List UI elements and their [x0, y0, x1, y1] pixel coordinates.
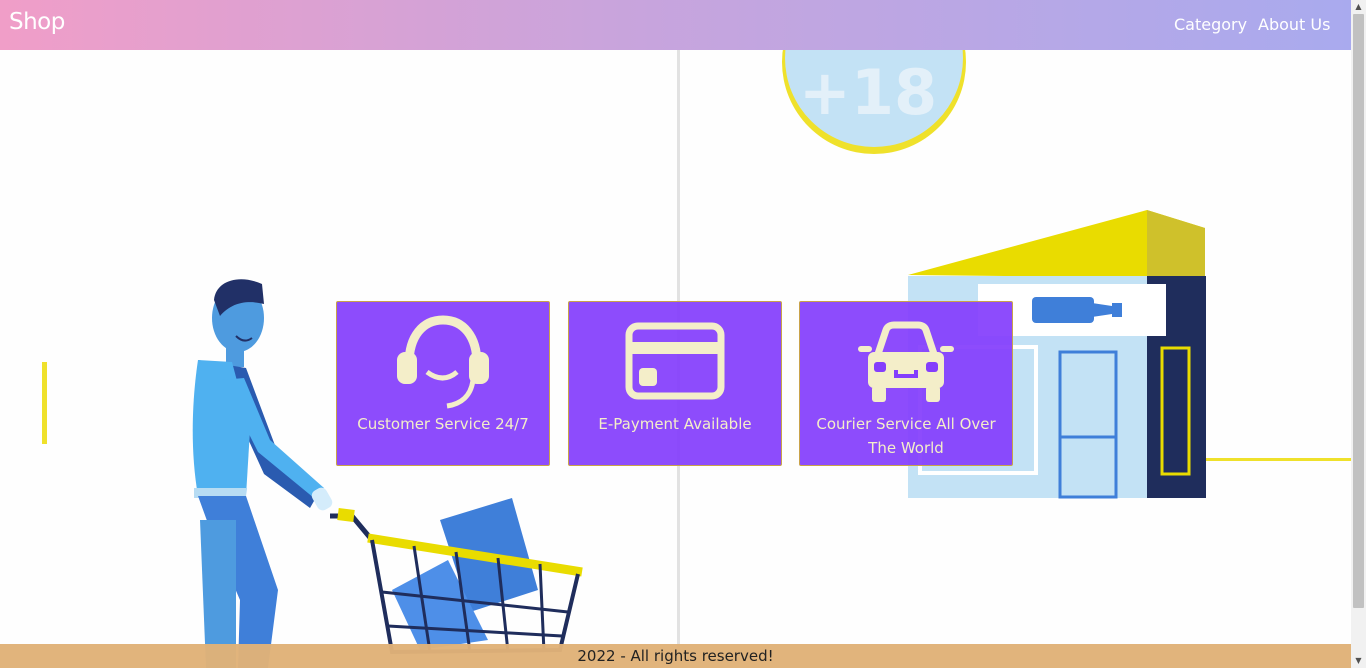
nav-link-category[interactable]: Category	[1174, 15, 1247, 34]
scroll-up-arrow-icon[interactable]: ▲	[1351, 0, 1366, 14]
headset-icon	[397, 315, 489, 409]
feature-label: Customer Service 24/7	[357, 415, 529, 433]
top-navbar: Shop Category About Us	[0, 0, 1351, 50]
footer-copyright: 2022 - All rights reserved!	[577, 647, 774, 665]
age-badge-text: +18	[799, 56, 937, 129]
footer: 2022 - All rights reserved!	[0, 644, 1351, 668]
vertical-scrollbar[interactable]: ▲ ▼	[1351, 0, 1366, 668]
feature-label: Courier Service All Over The World	[816, 415, 996, 457]
feature-card-e-payment[interactable]: E-Payment Available	[568, 301, 782, 466]
shopper-illustration	[192, 279, 333, 668]
page: +18 Shop Category About Us Customer Serv…	[0, 0, 1366, 668]
scrollbar-thumb[interactable]	[1353, 14, 1364, 608]
brand-logo[interactable]: Shop	[9, 9, 65, 35]
shopping-cart-illustration	[330, 498, 583, 655]
credit-card-icon	[625, 322, 725, 400]
feature-card-customer-service[interactable]: Customer Service 24/7	[336, 301, 550, 466]
feature-card-courier[interactable]: Courier Service All Over The World	[799, 301, 1013, 466]
car-icon	[858, 321, 954, 402]
scroll-down-arrow-icon[interactable]: ▼	[1351, 654, 1366, 668]
feature-label: E-Payment Available	[598, 415, 752, 433]
nav-link-about-us[interactable]: About Us	[1258, 15, 1330, 34]
